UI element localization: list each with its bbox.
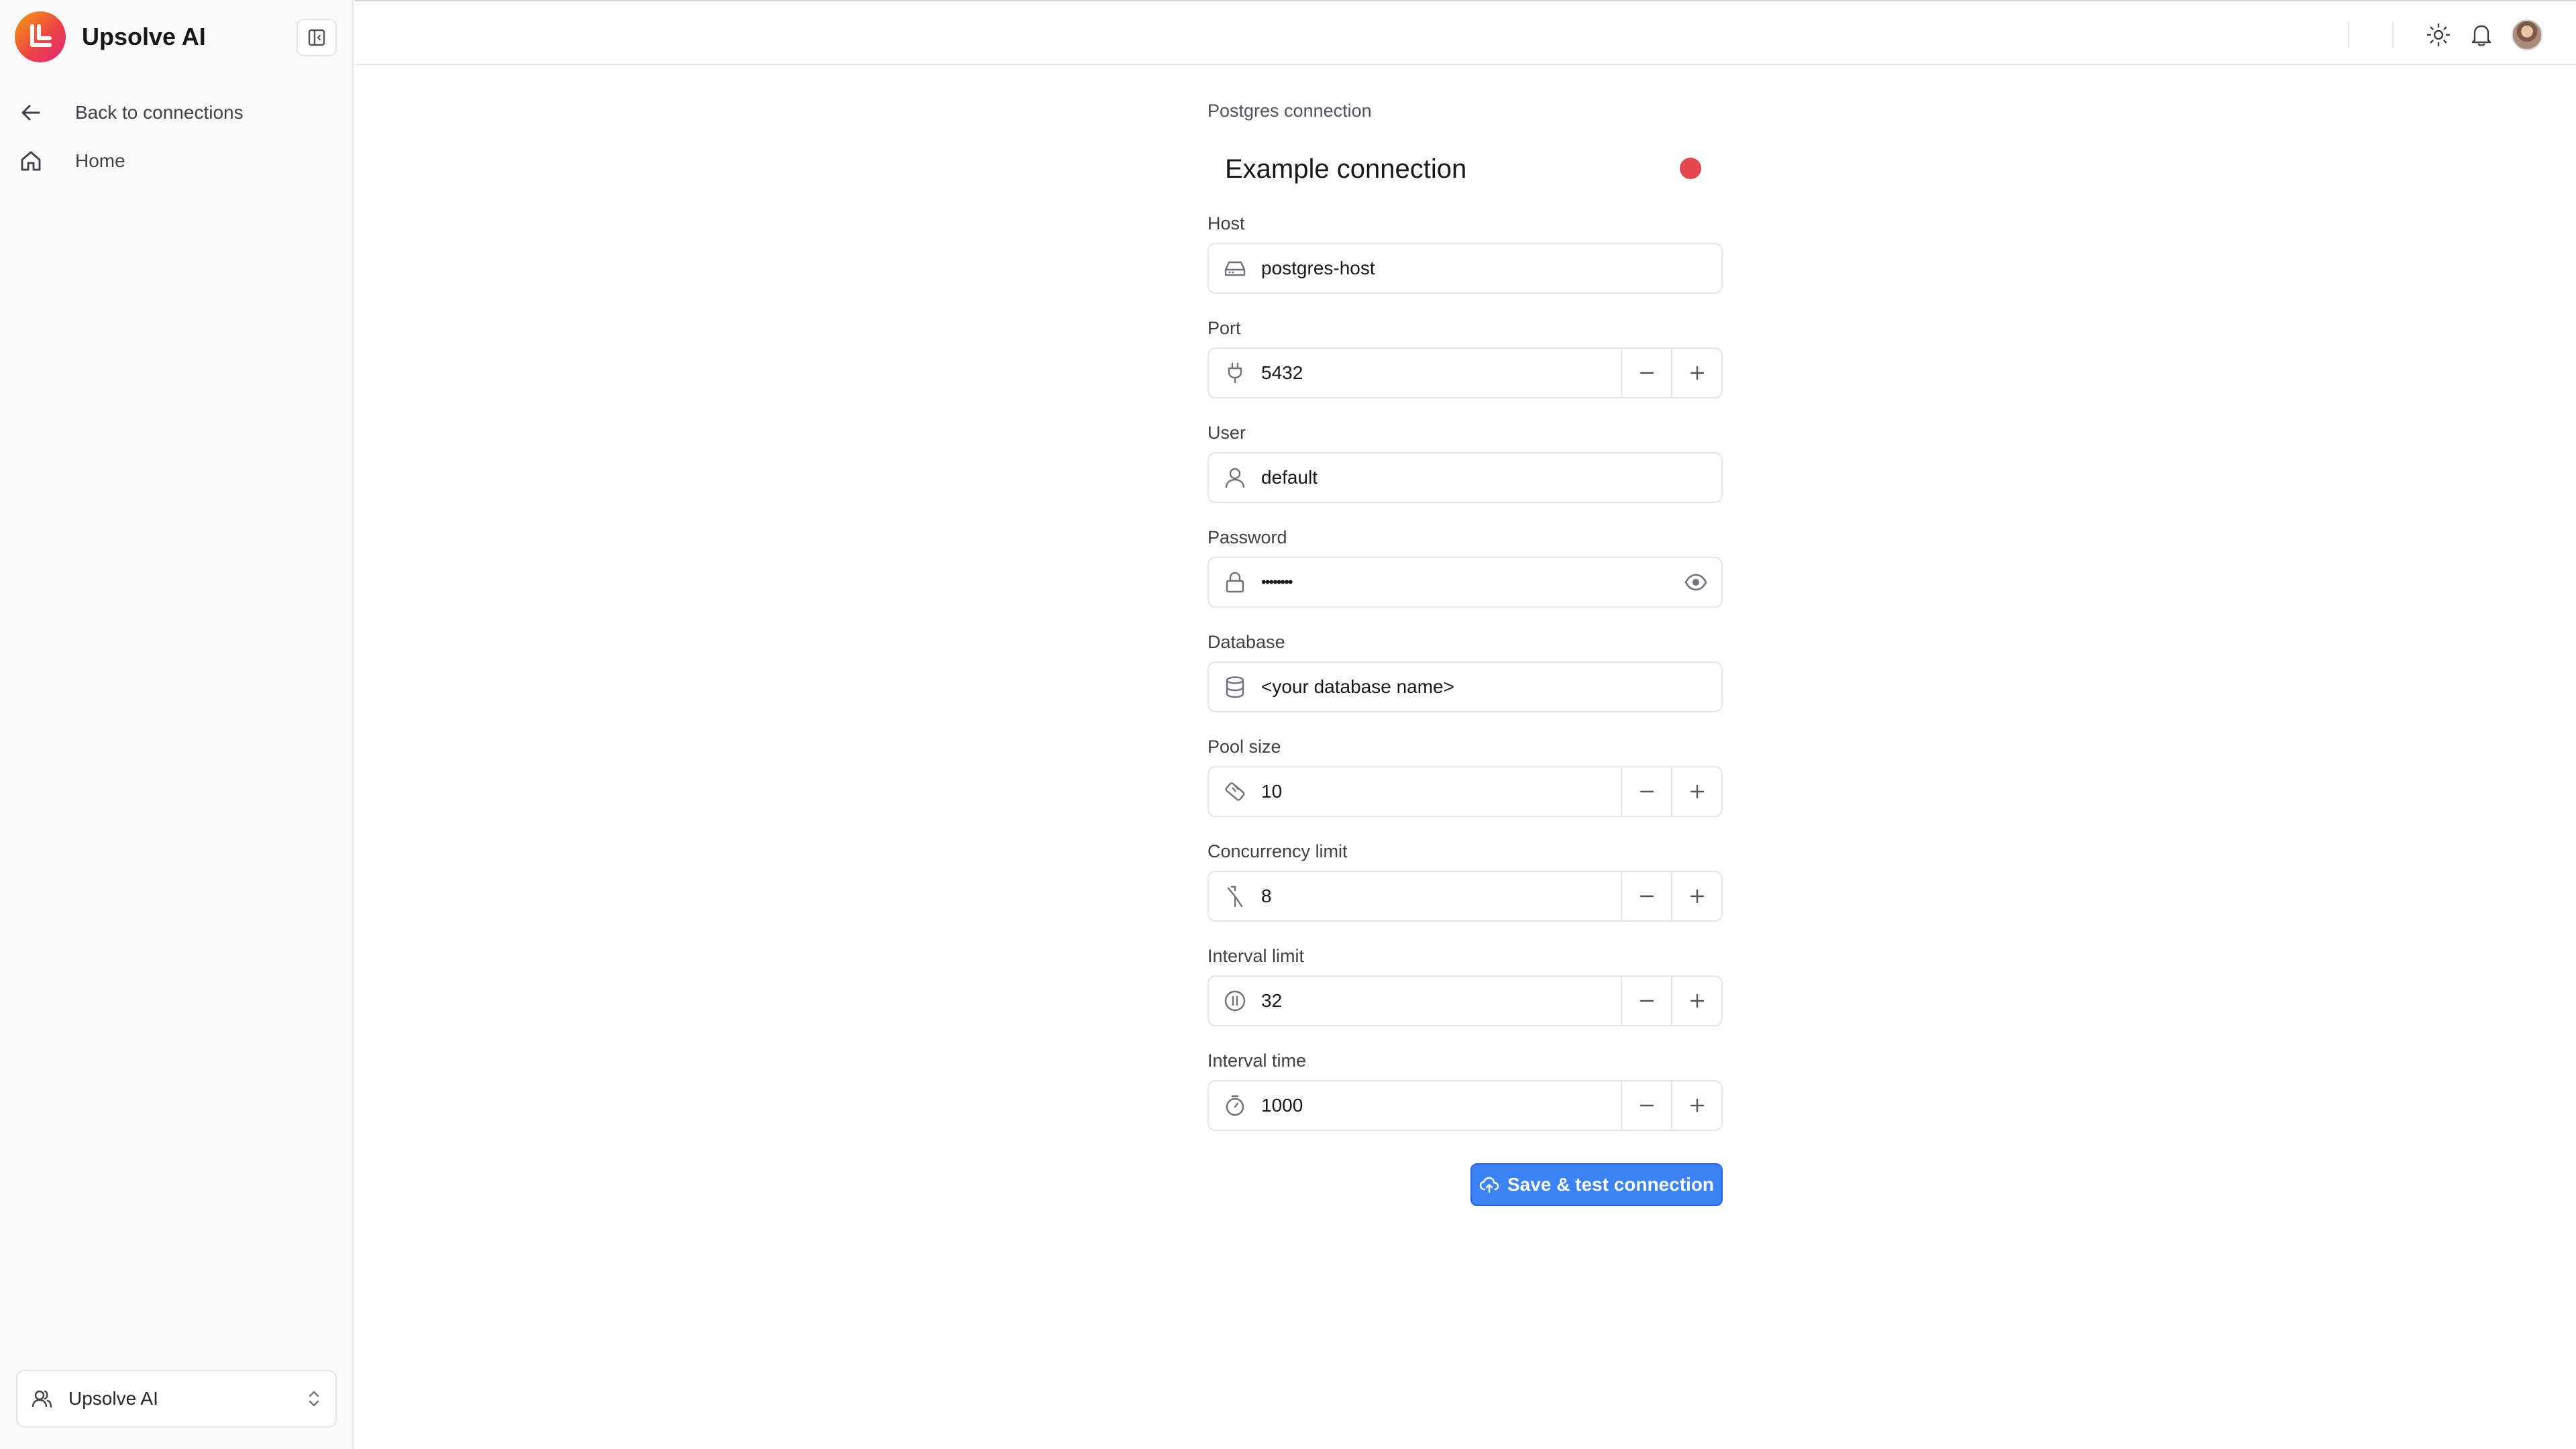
bell-icon [2471, 25, 2491, 46]
workspace-switcher[interactable]: Upsolve AI [16, 1370, 337, 1428]
workspace-label: Upsolve AI [68, 1388, 158, 1409]
notifications-button[interactable] [2463, 16, 2500, 54]
brand-logo-icon [15, 11, 66, 62]
interval-time-label: Interval time [1208, 1051, 1307, 1071]
concurrency-limit-field[interactable]: 8 [1208, 871, 1723, 922]
nav-home[interactable]: Home [19, 142, 125, 180]
port-label: Port [1208, 318, 1241, 338]
plus-icon [1690, 889, 1704, 904]
connection-status-dot [1680, 158, 1701, 179]
database-label: Database [1208, 632, 1285, 652]
password-value: •••••••• [1261, 574, 1293, 590]
save-and-test-label: Save & test connection [1507, 1174, 1715, 1195]
users-icon [31, 1388, 52, 1409]
sun-icon [2426, 23, 2451, 47]
top-bar [355, 0, 2576, 65]
user-icon [1209, 453, 1261, 502]
lock-icon [1209, 558, 1261, 606]
concurrency-limit-value: 8 [1261, 885, 1272, 906]
interval-time-decrement-button[interactable] [1621, 1081, 1671, 1130]
plus-icon [1690, 1098, 1704, 1113]
port-value: 5432 [1261, 362, 1303, 383]
plug-icon [1209, 349, 1261, 397]
nav-back-to-connections[interactable]: Back to connections [19, 94, 244, 131]
plus-icon [1690, 366, 1704, 380]
minus-icon [1640, 1104, 1654, 1107]
split-icon [1209, 872, 1261, 920]
minus-icon [1640, 790, 1654, 793]
app-root: Upsolve AI Back to connections Home Upso… [0, 0, 2576, 1449]
database-icon [1209, 663, 1261, 711]
host-label: Host [1208, 213, 1245, 233]
concurrency-limit-decrement-button[interactable] [1621, 872, 1671, 920]
sidebar: Upsolve AI Back to connections Home Upso… [0, 0, 354, 1449]
interval-limit-value: 32 [1261, 990, 1283, 1011]
interval-limit-decrement-button[interactable] [1621, 977, 1671, 1025]
concurrency-limit-increment-button[interactable] [1671, 872, 1721, 920]
form-kicker: Postgres connection [1208, 101, 1372, 121]
nav-home-label: Home [75, 150, 125, 171]
host-value: postgres-host [1261, 258, 1375, 278]
brand-name: Upsolve AI [82, 23, 206, 50]
host-field[interactable]: postgres-host [1208, 243, 1723, 294]
sidebar-toggle-icon [308, 29, 325, 46]
port-decrement-button[interactable] [1621, 349, 1671, 397]
port-increment-button[interactable] [1671, 349, 1721, 397]
toggle-password-visibility-button[interactable] [1670, 558, 1721, 606]
eye-icon [1684, 574, 1707, 591]
theme-toggle-button[interactable] [2420, 16, 2457, 54]
concurrency-limit-label: Concurrency limit [1208, 841, 1348, 861]
pool-size-increment-button[interactable] [1671, 767, 1721, 816]
pool-size-decrement-button[interactable] [1621, 767, 1671, 816]
port-field[interactable]: 5432 [1208, 347, 1723, 398]
pool-size-value: 10 [1261, 781, 1283, 802]
interval-limit-field[interactable]: 32 [1208, 975, 1723, 1026]
topbar-divider [2392, 21, 2394, 48]
pool-size-label: Pool size [1208, 737, 1281, 757]
plus-icon [1690, 994, 1704, 1008]
interval-limit-label: Interval limit [1208, 946, 1305, 966]
interval-time-value: 1000 [1261, 1095, 1303, 1116]
user-field[interactable]: default [1208, 452, 1723, 503]
brand[interactable]: Upsolve AI [15, 11, 206, 62]
user-label: User [1208, 423, 1246, 443]
interval-time-field[interactable]: 1000 [1208, 1080, 1723, 1131]
arrow-left-icon [19, 101, 59, 125]
plus-icon [1690, 784, 1704, 799]
interval-limit-increment-button[interactable] [1671, 977, 1721, 1025]
server-icon [1209, 244, 1261, 292]
topbar-divider [2348, 21, 2349, 48]
save-and-test-button[interactable]: Save & test connection [1470, 1163, 1723, 1206]
chevrons-up-down-icon [306, 1388, 322, 1409]
nav-back-label: Back to connections [75, 102, 244, 123]
minus-icon [1640, 895, 1654, 898]
database-field[interactable]: <your database name> [1208, 661, 1723, 712]
pause-circle-icon [1209, 977, 1261, 1025]
connection-name-input[interactable]: Example connection [1208, 142, 1661, 196]
minus-icon [1640, 1000, 1654, 1002]
timer-icon [1209, 1081, 1261, 1130]
collapse-sidebar-button[interactable] [297, 19, 337, 56]
password-field[interactable]: •••••••• [1208, 557, 1723, 608]
database-value: <your database name> [1261, 676, 1454, 697]
home-icon [19, 149, 59, 173]
password-label: Password [1208, 527, 1287, 547]
interval-time-increment-button[interactable] [1671, 1081, 1721, 1130]
user-avatar[interactable] [2512, 19, 2542, 50]
minus-icon [1640, 372, 1654, 374]
pool-icon [1209, 767, 1261, 816]
user-value: default [1261, 467, 1318, 488]
pool-size-field[interactable]: 10 [1208, 766, 1723, 817]
cloud-upload-icon [1479, 1175, 1499, 1195]
